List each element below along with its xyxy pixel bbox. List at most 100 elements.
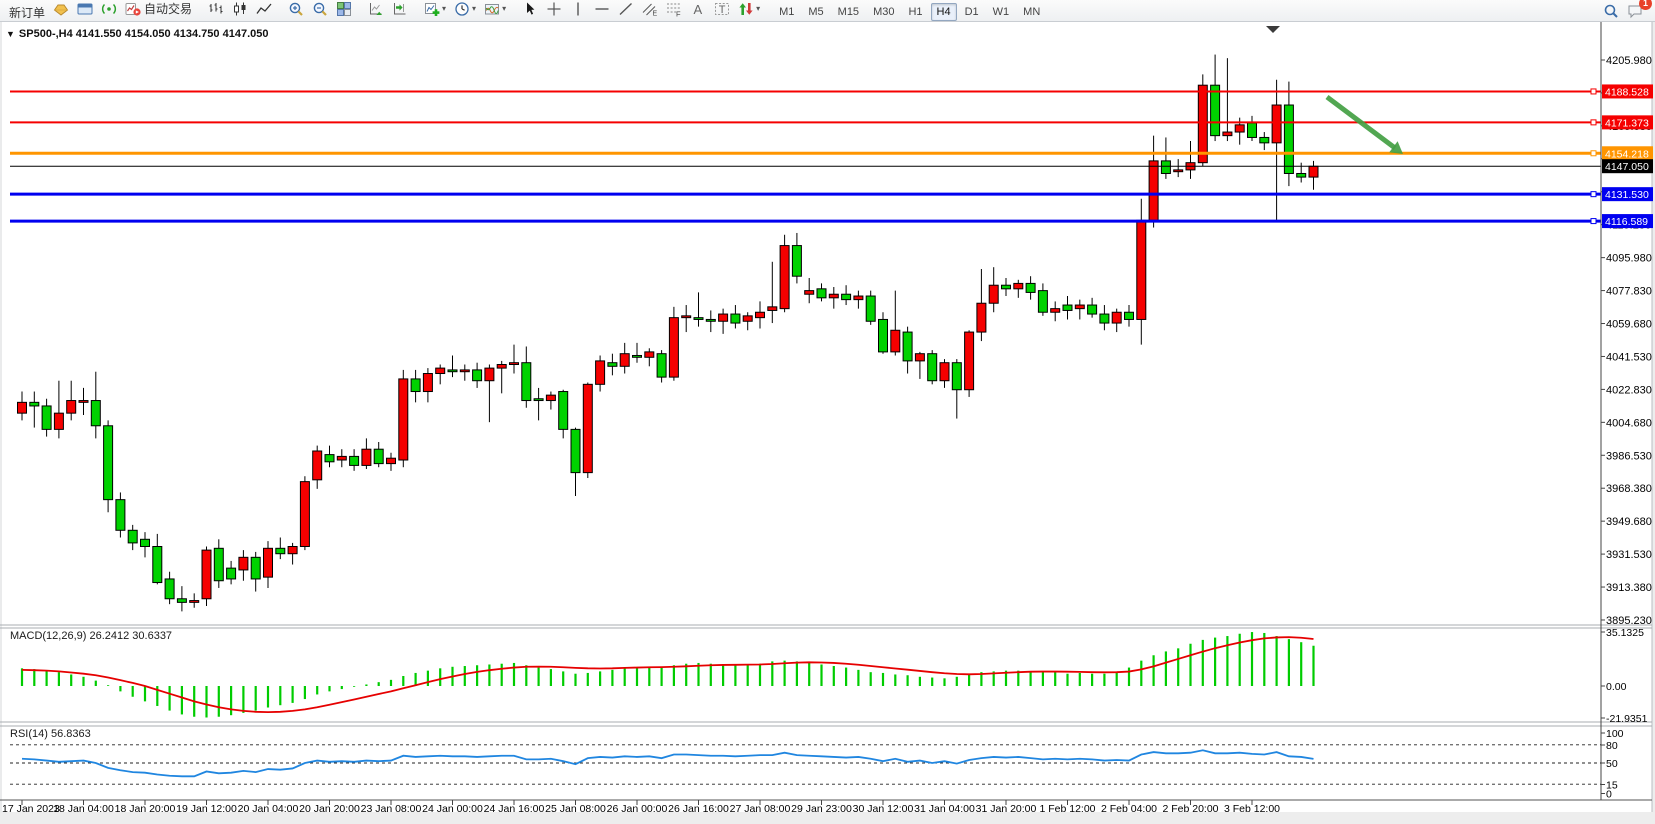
bear-candle xyxy=(694,318,703,320)
zoom-in-button[interactable] xyxy=(284,0,308,20)
vertical-line-button[interactable] xyxy=(566,0,590,20)
timeframe-d1[interactable]: D1 xyxy=(959,3,985,21)
chart-canvas[interactable]: 4205.9804187.8304169.6804151.5304133.380… xyxy=(0,0,1655,824)
arrows-button[interactable]: ▾ xyxy=(734,0,764,20)
price-tick-label: 4004.680 xyxy=(1606,417,1652,429)
time-tick-label: 18 Jan 20:00 xyxy=(115,803,176,815)
terminal-window-icon[interactable] xyxy=(73,0,97,20)
gold-icon[interactable] xyxy=(49,0,73,20)
bull-candle xyxy=(1223,132,1232,136)
crosshair-button[interactable] xyxy=(542,0,566,20)
hline-handle[interactable] xyxy=(1591,219,1596,224)
bull-candle xyxy=(756,312,765,317)
bar-chart-button[interactable] xyxy=(204,0,228,20)
symbol-dropdown-icon[interactable]: ▼ xyxy=(6,29,15,39)
line-chart-button[interactable] xyxy=(252,0,276,20)
timeframe-w1[interactable]: W1 xyxy=(987,3,1016,21)
text-button[interactable]: A xyxy=(686,0,710,20)
bear-candle xyxy=(1161,161,1170,174)
horizontal-line-button[interactable] xyxy=(590,0,614,20)
svg-text:4147.050: 4147.050 xyxy=(1605,161,1649,173)
bear-candle xyxy=(350,456,359,465)
candlestick-chart-button[interactable] xyxy=(228,0,252,20)
svg-text:4154.218: 4154.218 xyxy=(1605,148,1649,160)
zoom-out-button[interactable] xyxy=(308,0,332,20)
timeframe-h1[interactable]: H1 xyxy=(902,3,928,21)
bear-candle xyxy=(214,548,223,580)
bull-candle xyxy=(743,316,752,321)
bull-candle xyxy=(202,550,211,599)
bear-candle xyxy=(1211,85,1220,135)
timeframe-m30[interactable]: M30 xyxy=(867,3,900,21)
timeframe-m5[interactable]: M5 xyxy=(802,3,829,21)
hline-handle[interactable] xyxy=(1591,151,1596,156)
new-order-button[interactable]: 新订单 xyxy=(2,1,49,23)
signals-icon-icon xyxy=(101,1,117,17)
bull-candle xyxy=(1198,85,1207,162)
timeframe-m1[interactable]: M1 xyxy=(773,3,800,21)
bear-candle xyxy=(879,319,888,351)
search-button[interactable] xyxy=(1599,0,1623,22)
zoom-in-icon xyxy=(288,1,304,17)
time-tick-label: 19 Jan 12:00 xyxy=(176,803,237,815)
trendline-button[interactable] xyxy=(614,0,638,20)
bull-candle xyxy=(79,401,88,403)
chart-title: ▼SP500-,H4 4141.550 4154.050 4134.750 41… xyxy=(6,28,268,40)
timeframe-h4[interactable]: H4 xyxy=(931,3,957,21)
periods-button[interactable]: ▾ xyxy=(450,0,480,20)
macd-indicator-label: MACD(12,26,9) 26.2412 30.6337 xyxy=(10,630,172,642)
chart-window-background xyxy=(0,22,1652,812)
svg-text:A: A xyxy=(694,2,703,17)
autotrading-button-label: 自动交易 xyxy=(144,0,192,17)
price-tick-label: 3931.530 xyxy=(1606,549,1652,561)
auto-scroll-button[interactable] xyxy=(364,0,388,20)
timeframe-mn[interactable]: MN xyxy=(1017,3,1046,21)
equidistant-channel-button[interactable]: E xyxy=(638,0,662,20)
templates-button-dropdown-icon[interactable]: ▾ xyxy=(502,4,506,13)
time-tick-label: 1 Feb 12:00 xyxy=(1039,803,1095,815)
zoom-out-icon xyxy=(312,1,328,17)
timeframe-m15[interactable]: M15 xyxy=(832,3,865,21)
text-label-button[interactable]: T xyxy=(710,0,734,20)
templates-button[interactable]: ▾ xyxy=(480,0,510,20)
signals-icon[interactable] xyxy=(97,0,121,20)
hline-handle[interactable] xyxy=(1591,192,1596,197)
indicators-button-dropdown-icon[interactable]: ▾ xyxy=(442,4,446,13)
bear-candle xyxy=(1297,173,1306,177)
periods-button-dropdown-icon[interactable]: ▾ xyxy=(472,4,476,13)
price-badge: 4188.528 xyxy=(1602,84,1653,98)
bull-candle xyxy=(1112,312,1121,323)
autotrading-button[interactable]: 自动交易 xyxy=(121,0,196,20)
notification-badge: 1 xyxy=(1639,0,1652,10)
svg-text:F: F xyxy=(676,9,681,17)
hline-handle[interactable] xyxy=(1591,89,1596,94)
arrows-button-dropdown-icon[interactable]: ▾ xyxy=(756,4,760,13)
community-chat-button[interactable]: 1 xyxy=(1623,0,1647,22)
bear-candle xyxy=(116,500,125,531)
bull-candle xyxy=(423,374,432,392)
tile-windows-button[interactable] xyxy=(332,0,356,20)
price-tick-label: 4059.680 xyxy=(1606,319,1652,331)
gold-icon-icon xyxy=(53,1,69,17)
indicators-button[interactable]: ▾ xyxy=(420,0,450,20)
bear-candle xyxy=(706,319,715,321)
auto-scroll-icon xyxy=(368,1,384,17)
bear-candle xyxy=(731,314,740,323)
time-tick-label: 20 Jan 20:00 xyxy=(299,803,360,815)
bull-candle xyxy=(669,318,678,377)
bull-candle xyxy=(989,285,998,303)
bear-candle xyxy=(473,370,482,381)
bear-candle xyxy=(842,294,851,299)
price-tick-label: 3895.230 xyxy=(1606,615,1652,627)
svg-text:4171.373: 4171.373 xyxy=(1605,117,1649,129)
hline-handle[interactable] xyxy=(1591,120,1596,125)
bull-candle xyxy=(337,456,346,460)
svg-text:4188.528: 4188.528 xyxy=(1605,86,1649,98)
bull-candle xyxy=(645,352,654,357)
cursor-button[interactable] xyxy=(518,0,542,20)
price-tick-label: 3968.380 xyxy=(1606,483,1652,495)
fibonacci-button[interactable]: F xyxy=(662,0,686,20)
chart-shift-button[interactable] xyxy=(388,0,412,20)
rsi-axis-label: 100 xyxy=(1606,728,1624,740)
crosshair-icon xyxy=(546,1,562,17)
